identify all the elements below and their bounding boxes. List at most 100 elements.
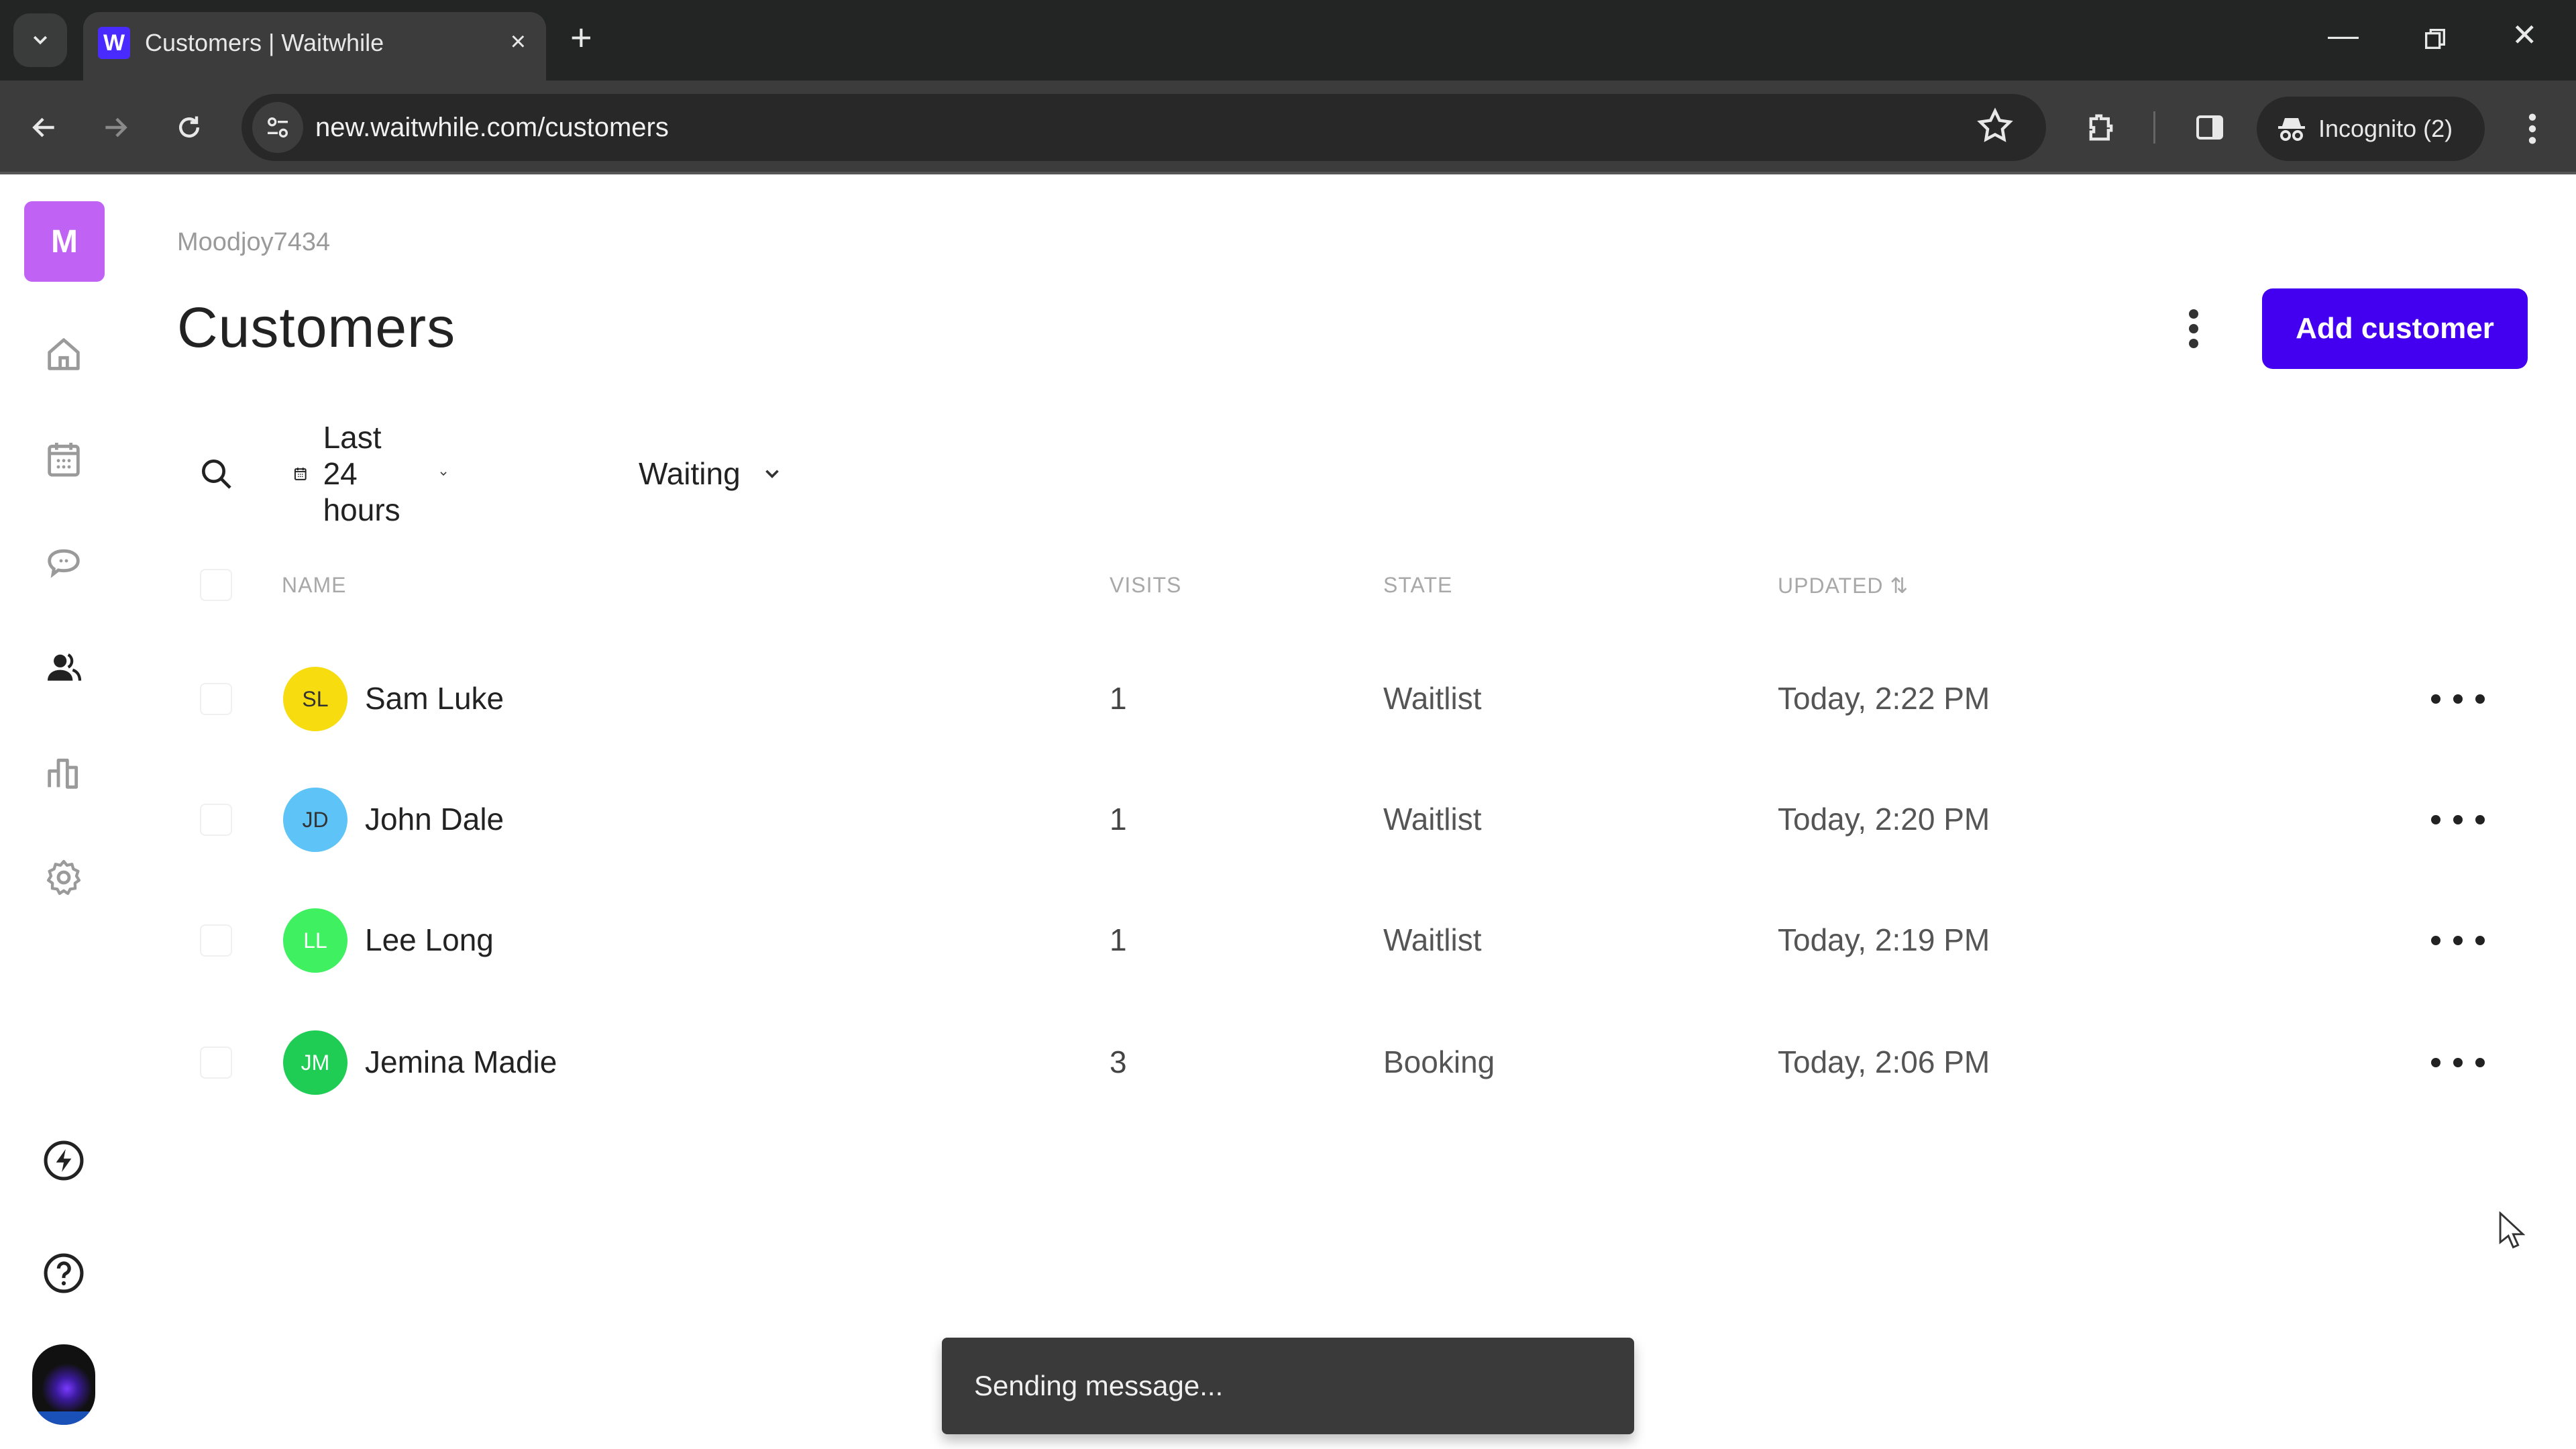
- calendar-icon: [294, 468, 307, 480]
- bookmark-star-icon[interactable]: [1975, 106, 2015, 150]
- date-range-filter[interactable]: Last 24 hours: [292, 420, 449, 527]
- browser-tab-active[interactable]: W Customers | Waitwhile ×: [83, 12, 546, 82]
- row-actions-button[interactable]: [2431, 1049, 2485, 1076]
- sidebar-item-analytics[interactable]: [37, 746, 91, 800]
- customer-name[interactable]: Jemina Madie: [365, 1044, 557, 1080]
- customer-visits: 1: [1110, 922, 1127, 957]
- dot: [2189, 339, 2198, 348]
- row-actions-button[interactable]: [2431, 806, 2485, 833]
- customer-state: Waitlist: [1383, 922, 1482, 957]
- page-title: Customers: [177, 296, 456, 359]
- dot: [2475, 694, 2485, 704]
- mouse-cursor-icon: [2499, 1212, 2525, 1249]
- back-button[interactable]: [24, 107, 64, 148]
- customer-avatar: JM: [283, 1030, 347, 1095]
- reload-button[interactable]: [169, 107, 209, 148]
- close-tab-icon[interactable]: ×: [511, 25, 526, 58]
- column-header-updated[interactable]: UPDATED ⇅: [1778, 573, 1909, 598]
- sidebar-item-help[interactable]: [37, 1246, 91, 1300]
- customer-avatar: JD: [283, 788, 347, 852]
- incognito-indicator[interactable]: Incognito (2): [2257, 97, 2485, 161]
- user-profile-avatar[interactable]: [32, 1344, 95, 1425]
- reload-icon: [178, 116, 200, 138]
- org-avatar[interactable]: M: [24, 201, 105, 282]
- row-checkbox[interactable]: [200, 1046, 232, 1079]
- incognito-label: Incognito (2): [2318, 115, 2453, 142]
- new-tab-button[interactable]: +: [570, 17, 592, 58]
- chevron-down-icon: [765, 470, 779, 478]
- chat-icon: [48, 549, 80, 578]
- address-bar[interactable]: new.waitwhile.com/customers: [241, 94, 2046, 161]
- minimize-button[interactable]: —: [2328, 15, 2359, 55]
- search-button[interactable]: [195, 452, 237, 495]
- app-sidebar: M: [0, 177, 127, 1449]
- toast-message: Sending message...: [974, 1370, 1224, 1401]
- forward-button[interactable]: [95, 107, 136, 148]
- sidebar-item-whats-new[interactable]: [37, 1134, 91, 1187]
- row-checkbox[interactable]: [200, 924, 232, 957]
- state-filter[interactable]: Waiting: [639, 447, 784, 500]
- browser-tab-bar: W Customers | Waitwhile × + — ✕: [0, 0, 2576, 82]
- customer-state: Waitlist: [1383, 681, 1482, 716]
- dot: [2453, 815, 2463, 824]
- column-header-name[interactable]: NAME: [282, 573, 346, 598]
- help-icon: [44, 1253, 84, 1293]
- column-header-state[interactable]: STATE: [1383, 573, 1452, 598]
- tab-title: Customers | Waitwhile: [145, 29, 384, 56]
- breadcrumb-org-name[interactable]: Moodjoy7434: [177, 228, 330, 257]
- sidebar-item-settings[interactable]: [37, 851, 91, 904]
- close-window-button[interactable]: ✕: [2512, 15, 2538, 55]
- column-header-visits[interactable]: VISITS: [1110, 573, 1181, 598]
- sidebar-item-messages[interactable]: [37, 537, 91, 590]
- incognito-icon: [2278, 118, 2305, 141]
- customer-state: Booking: [1383, 1044, 1495, 1079]
- toolbar-divider: [2153, 111, 2155, 144]
- more-options-button[interactable]: [2174, 302, 2214, 356]
- browser-menu-button[interactable]: [2516, 107, 2549, 150]
- customer-updated: Today, 2:19 PM: [1778, 922, 1990, 957]
- customer-avatar: LL: [283, 908, 347, 973]
- dot: [2431, 694, 2440, 704]
- tab-search-button[interactable]: [13, 13, 67, 67]
- dot: [2431, 936, 2440, 945]
- select-all-checkbox[interactable]: [200, 569, 232, 601]
- search-icon: [202, 460, 231, 489]
- table-row[interactable]: JD John Dale 1 Waitlist Today, 2:20 PM: [177, 759, 2538, 880]
- dot: [2431, 1058, 2440, 1067]
- customer-visits: 1: [1110, 681, 1127, 716]
- customer-state: Waitlist: [1383, 802, 1482, 837]
- dot: [2431, 815, 2440, 824]
- tune-icon: [268, 117, 288, 138]
- dot: [2475, 936, 2485, 945]
- sidebar-item-home[interactable]: [37, 327, 91, 381]
- gear-icon: [46, 859, 81, 896]
- customer-name[interactable]: John Dale: [365, 801, 504, 837]
- dot: [2453, 694, 2463, 704]
- browser-toolbar: new.waitwhile.com/customers Incognito (2…: [0, 80, 2576, 174]
- sidebar-item-calendar[interactable]: [37, 432, 91, 486]
- row-actions-button[interactable]: [2431, 927, 2485, 954]
- add-customer-button[interactable]: Add customer: [2262, 288, 2528, 369]
- row-checkbox[interactable]: [200, 683, 232, 715]
- sidebar-item-customers[interactable]: [37, 641, 91, 695]
- table-row[interactable]: LL Lee Long 1 Waitlist Today, 2:19 PM: [177, 880, 2538, 1001]
- row-checkbox[interactable]: [200, 804, 232, 836]
- table-row[interactable]: JM Jemina Madie 3 Booking Today, 2:06 PM: [177, 1002, 2538, 1123]
- lightning-icon: [44, 1140, 84, 1181]
- customer-name[interactable]: Lee Long: [365, 922, 494, 958]
- side-panel-button[interactable]: [2188, 106, 2231, 149]
- customer-name[interactable]: Sam Luke: [365, 680, 504, 716]
- toast-notification: Sending message...: [942, 1338, 1634, 1434]
- extensions-button[interactable]: [2080, 106, 2123, 149]
- table-row[interactable]: SL Sam Luke 1 Waitlist Today, 2:22 PM: [177, 639, 2538, 759]
- home-icon: [48, 338, 80, 370]
- vertical-dots-icon: [2528, 113, 2536, 144]
- dot: [2189, 324, 2198, 333]
- site-info-button[interactable]: [252, 102, 303, 153]
- url-text[interactable]: new.waitwhile.com/customers: [315, 111, 669, 144]
- customer-visits: 1: [1110, 802, 1127, 837]
- restore-button[interactable]: [2422, 21, 2449, 62]
- row-actions-button[interactable]: [2431, 686, 2485, 712]
- customer-updated: Today, 2:22 PM: [1778, 681, 1990, 716]
- dot: [2189, 309, 2198, 319]
